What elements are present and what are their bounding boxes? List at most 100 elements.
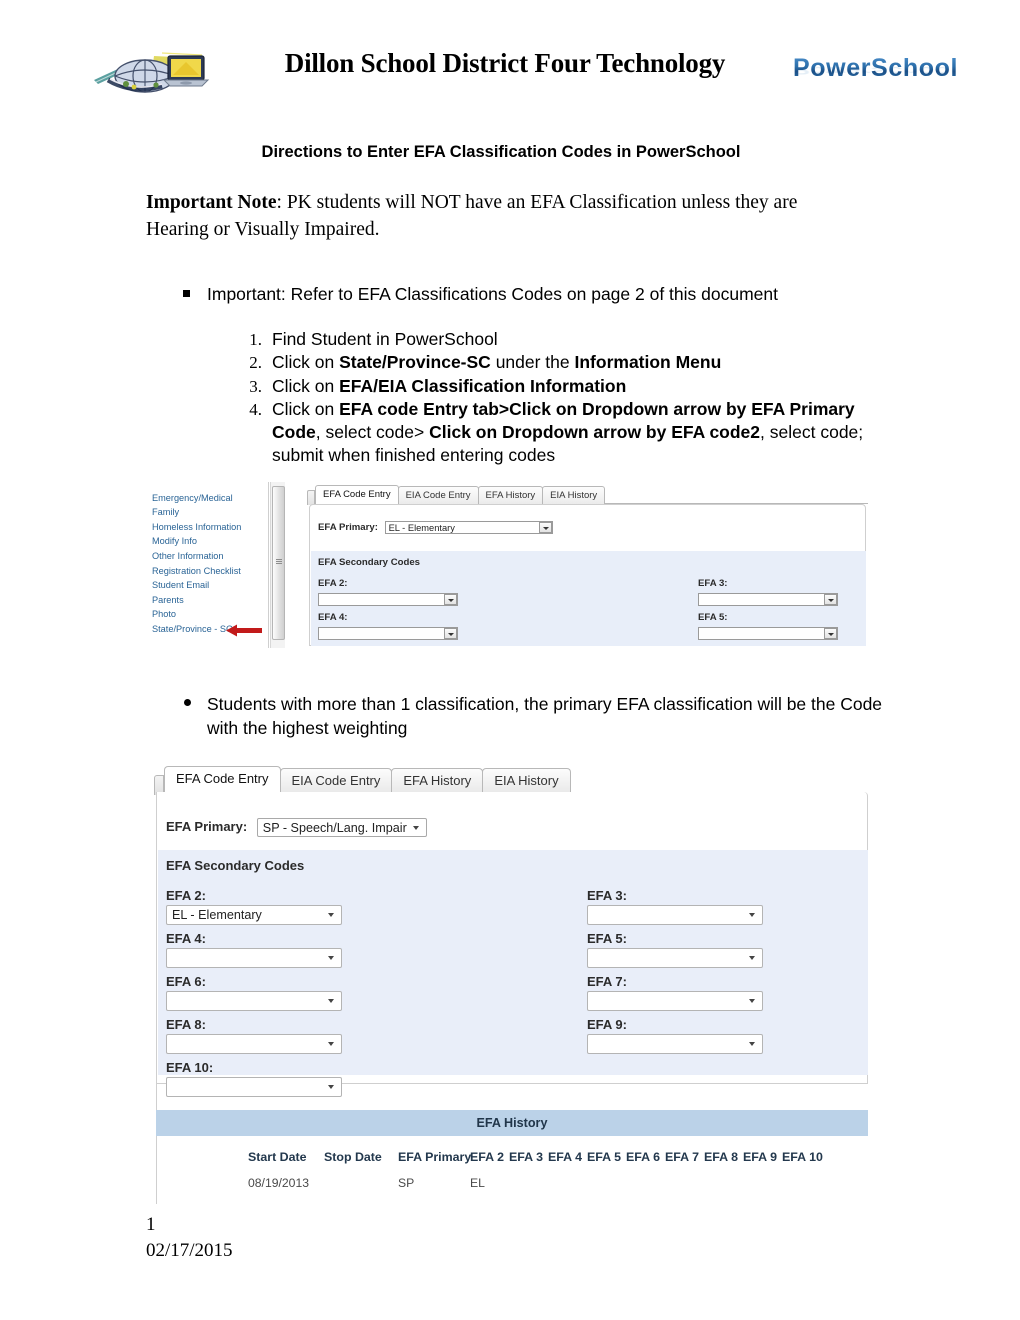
document-header: Dillon School District Four Technology P… [0, 44, 1020, 100]
sidebar-item-family[interactable]: Family [151, 505, 267, 520]
efa-history-title: EFA History [476, 1116, 548, 1130]
efa-primary-label: EFA Primary: [318, 522, 378, 534]
efa-primary-select[interactable]: EL - Elementary [384, 521, 553, 534]
efa-secondary-title-1: EFA Secondary Codes [318, 557, 421, 568]
efa-3-label: EFA 3: [587, 888, 627, 903]
efa-primary-select[interactable]: SP - Speech/Lang. Impair [256, 818, 427, 837]
efa-primary-value: SP - Speech/Lang. Impair [262, 821, 407, 835]
efa-2-select[interactable]: EL - Elementary [166, 905, 342, 925]
round-bullet-text: Students with more than 1 classification… [207, 694, 883, 738]
col-efa-10: EFA 10 [782, 1150, 823, 1164]
tab-eia-code-entry[interactable]: EIA Code Entry [397, 486, 479, 504]
powerschool-screenshot-2: EFA Code Entry EIA Code Entry EFA History E… [148, 762, 868, 1204]
tab-eia-history[interactable]: EIA History [542, 486, 606, 504]
col-efa-6: EFA 6 [626, 1150, 660, 1164]
chevron-down-icon[interactable] [328, 913, 334, 917]
efa-3-select[interactable] [698, 593, 838, 606]
chevron-down-icon[interactable] [328, 999, 334, 1003]
chevron-down-icon[interactable] [538, 522, 552, 533]
efa-classification-panel-1: EFA Code Entry EIA Code Entry EFA History E… [307, 482, 868, 648]
col-efa-primary: EFA Primary [398, 1150, 472, 1164]
efa-7-label: EFA 7: [587, 974, 627, 989]
square-bullet-item: Important: Refer to EFA Classifications … [183, 282, 913, 306]
sidebar-item-other-information[interactable]: Other Information [151, 549, 267, 564]
document-subtitle: Directions to Enter EFA Classification C… [261, 143, 741, 161]
efa-9-select[interactable] [587, 1034, 763, 1054]
efa-2-label: EFA 2: [166, 888, 206, 903]
chevron-down-icon[interactable] [749, 1042, 755, 1046]
scrollbar-grip-icon [276, 559, 282, 564]
col-efa-5: EFA 5 [587, 1150, 621, 1164]
chevron-down-icon[interactable] [444, 628, 457, 639]
efa-7-select[interactable] [587, 991, 763, 1011]
efa-6-select[interactable] [166, 991, 342, 1011]
list-item-text: Click on EFA code Entry tab>Click on Dro… [272, 398, 864, 466]
list-item: 2. Click on State/Province-SC under the … [236, 351, 896, 374]
chevron-down-icon[interactable] [328, 1042, 334, 1046]
tab-efa-code-entry[interactable]: EFA Code Entry [164, 766, 281, 793]
tab-eia-code-entry[interactable]: EIA Code Entry [279, 768, 393, 793]
efa-2-label: EFA 2: [318, 578, 348, 589]
list-item-number: 1. [249, 330, 262, 349]
efa-secondary-title-2: EFA Secondary Codes [166, 858, 305, 873]
efa-2-select[interactable] [318, 593, 458, 606]
square-bullet-icon [183, 290, 190, 297]
tab-stub [307, 490, 315, 505]
col-efa-2: EFA 2 [470, 1150, 504, 1164]
chevron-down-icon[interactable] [824, 628, 837, 639]
efa-4-label: EFA 4: [166, 931, 206, 946]
sidebar-item-student-email[interactable]: Student Email [151, 578, 267, 593]
tab-efa-code-entry[interactable]: EFA Code Entry [315, 485, 399, 504]
col-start-date: Start Date [248, 1150, 307, 1164]
col-efa-8: EFA 8 [704, 1150, 738, 1164]
red-left-arrow-icon [226, 624, 262, 637]
efa-5-select[interactable] [587, 948, 763, 968]
steps-list: 1. Find Student in PowerSchool 2. Click … [236, 328, 896, 468]
efa-primary-row-2: EFA Primary: SP - Speech/Lang. Impair [166, 818, 427, 837]
efa-3-select[interactable] [587, 905, 763, 925]
scrollbar-thumb[interactable] [272, 486, 285, 640]
list-item: 4. Click on EFA code Entry tab>Click on … [236, 398, 896, 468]
sidebar-item-emergency-medical[interactable]: Emergency/Medical [151, 491, 267, 506]
chevron-down-icon[interactable] [444, 594, 457, 605]
powerschool-logo: PowerSchool [793, 54, 958, 82]
efa-5-select[interactable] [698, 627, 838, 640]
efa-code-entry-panel-2: EFA Primary: SP - Speech/Lang. Impair EF… [156, 792, 868, 1097]
document-footer: 1 02/17/2015 [146, 1212, 233, 1264]
efa-4-select[interactable] [318, 627, 458, 640]
square-bullet-text: Important: Refer to EFA Classifications … [207, 284, 778, 304]
sidebar-item-photo[interactable]: Photo [151, 607, 267, 622]
chevron-down-icon[interactable] [749, 913, 755, 917]
sidebar-item-clipped [151, 482, 267, 491]
sidebar-nav-list: Emergency/Medical Family Homeless Inform… [151, 482, 267, 637]
sidebar-item-parents[interactable]: Parents [151, 593, 267, 608]
efa-code-entry-panel-1: EFA Primary: EL - Elementary EFA Seconda… [309, 504, 866, 646]
col-efa-3: EFA 3 [509, 1150, 543, 1164]
chevron-down-icon[interactable] [749, 956, 755, 960]
sidebar-item-modify-info[interactable]: Modify Info [151, 534, 267, 549]
sidebar-item-registration-checklist[interactable]: Registration Checklist [151, 564, 267, 579]
table-row: 08/19/2013 SP EL [248, 1176, 826, 1190]
list-item-number: 3. [249, 376, 262, 396]
cell-efa-primary: SP [398, 1176, 415, 1190]
chevron-down-icon[interactable] [824, 594, 837, 605]
efa-5-label: EFA 5: [698, 612, 728, 623]
tab-eia-history[interactable]: EIA History [482, 768, 571, 793]
tab-efa-history[interactable]: EFA History [477, 486, 544, 504]
sidebar-scrollbar[interactable] [270, 482, 286, 648]
tab-bar-1: EFA Code Entry EIA Code Entry EFA History E… [307, 484, 868, 505]
efa-4-select[interactable] [166, 948, 342, 968]
efa-8-label: EFA 8: [166, 1017, 206, 1032]
tab-efa-history[interactable]: EFA History [391, 768, 484, 793]
student-information-sidebar: Emergency/Medical Family Homeless Inform… [148, 482, 269, 648]
efa-2-value: EL - Elementary [172, 908, 262, 922]
efa-primary-label: EFA Primary: [166, 818, 248, 834]
chevron-down-icon[interactable] [328, 956, 334, 960]
chevron-down-icon[interactable] [749, 999, 755, 1003]
list-item-number: 4. [249, 399, 262, 419]
efa-8-select[interactable] [166, 1034, 342, 1054]
chevron-down-icon[interactable] [412, 826, 419, 830]
efa-primary-row-1: EFA Primary: EL - Elementary [318, 521, 553, 534]
efa-5-label: EFA 5: [587, 931, 627, 946]
sidebar-item-homeless-information[interactable]: Homeless Information [151, 520, 267, 535]
